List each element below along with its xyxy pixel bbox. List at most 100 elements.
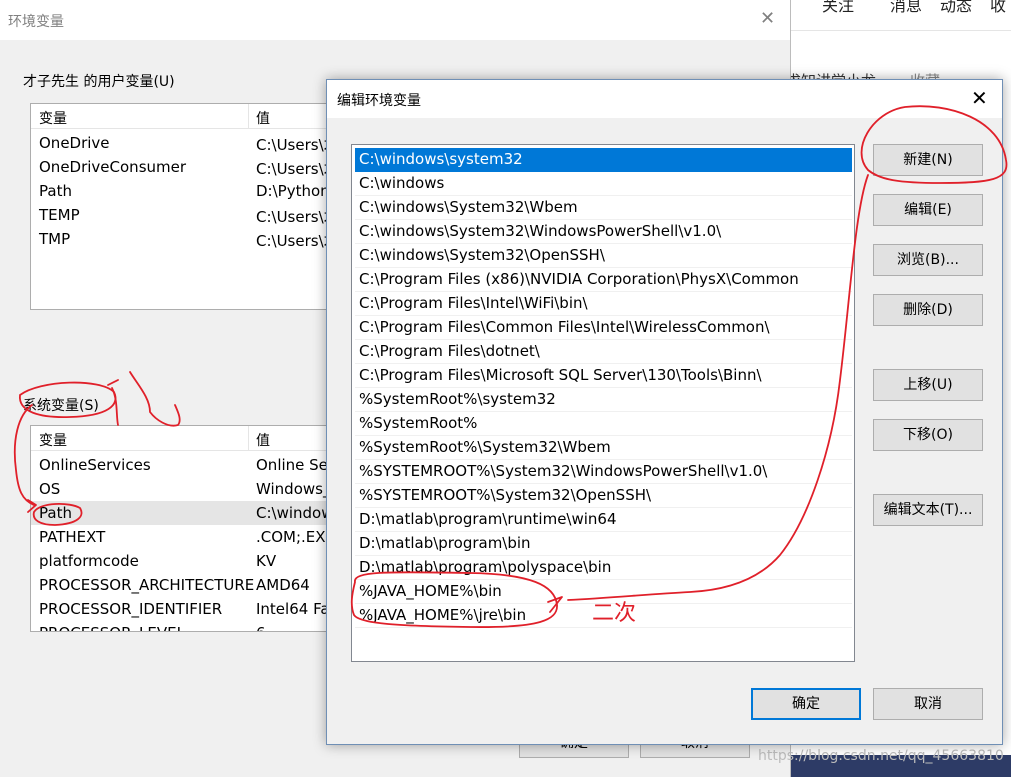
- path-entry-selected[interactable]: C:\windows\system32: [355, 148, 852, 172]
- var-value: 6: [256, 624, 266, 631]
- system-var-row-selected[interactable]: Path C:\window: [31, 501, 361, 525]
- var-name: platformcode: [39, 552, 139, 570]
- var-name: Path: [39, 504, 72, 522]
- var-name: PATHEXT: [39, 528, 106, 546]
- path-entry[interactable]: %SystemRoot%\System32\Wbem: [355, 436, 852, 460]
- path-entry[interactable]: C:\Program Files\Common Files\Intel\Wire…: [355, 316, 852, 340]
- path-entry[interactable]: D:\matlab\program\polyspace\bin: [355, 556, 852, 580]
- var-name: PROCESSOR_LEVEL: [39, 624, 185, 631]
- path-entry-text: C:\Program Files\Microsoft SQL Server\13…: [359, 366, 762, 384]
- system-var-row[interactable]: platformcode KV: [31, 549, 361, 573]
- path-entry[interactable]: C:\Program Files\dotnet\: [355, 340, 852, 364]
- system-var-row[interactable]: PROCESSOR_LEVEL 6: [31, 621, 361, 631]
- path-entry[interactable]: C:\Program Files\Microsoft SQL Server\13…: [355, 364, 852, 388]
- move-up-button[interactable]: 上移(U): [873, 369, 983, 401]
- path-entry[interactable]: C:\windows\System32\OpenSSH\: [355, 244, 852, 268]
- path-entry-text: %SYSTEMROOT%\System32\WindowsPowerShell\…: [359, 462, 768, 480]
- var-name: TEMP: [39, 206, 80, 224]
- var-name: OneDriveConsumer: [39, 158, 187, 176]
- path-entry-text: C:\Program Files\Intel\WiFi\bin\: [359, 294, 588, 312]
- user-var-row[interactable]: OneDriveConsumer C:\Users\才: [31, 155, 361, 179]
- system-var-row[interactable]: PATHEXT .COM;.EXE: [31, 525, 361, 549]
- edit-dialog-titlebar: 编辑环境变量 ✕: [327, 80, 1002, 118]
- var-value: .COM;.EXE: [256, 528, 336, 546]
- delete-button[interactable]: 删除(D): [873, 294, 983, 326]
- path-entry-text: %SystemRoot%\system32: [359, 390, 556, 408]
- path-entry[interactable]: %JAVA_HOME%\jre\bin: [355, 604, 852, 628]
- column-separator[interactable]: [248, 426, 249, 450]
- var-name: TMP: [39, 230, 71, 248]
- system-var-row[interactable]: OS Windows_: [31, 477, 361, 501]
- path-entry-text: %SystemRoot%: [359, 414, 478, 432]
- nav-messages-link[interactable]: 消息: [890, 0, 922, 16]
- path-entry-text: C:\windows\System32\Wbem: [359, 198, 578, 216]
- path-entry[interactable]: D:\matlab\program\runtime\win64: [355, 508, 852, 532]
- var-name: PROCESSOR_ARCHITECTURE: [39, 576, 255, 594]
- column-header-variable[interactable]: 变量: [39, 430, 67, 450]
- path-entry-text: %SystemRoot%\System32\Wbem: [359, 438, 611, 456]
- path-entry[interactable]: C:\Program Files (x86)\NVIDIA Corporatio…: [355, 268, 852, 292]
- var-name: OS: [39, 480, 61, 498]
- path-entry-text: D:\matlab\program\runtime\win64: [359, 510, 617, 528]
- path-entry[interactable]: D:\matlab\program\bin: [355, 532, 852, 556]
- var-value: D:\Python: [256, 182, 330, 200]
- var-value: Intel64 Fa: [256, 600, 330, 618]
- path-entry-text: C:\Program Files (x86)\NVIDIA Corporatio…: [359, 270, 799, 288]
- var-value: AMD64: [256, 576, 310, 594]
- user-variables-list[interactable]: 变量 值 OneDrive C:\Users\才 OneDriveConsume…: [30, 103, 362, 310]
- user-list-header: 变量 值: [31, 104, 361, 129]
- close-icon[interactable]: ✕: [760, 8, 775, 29]
- system-variables-label: 系统变量(S): [23, 398, 99, 414]
- path-entry[interactable]: C:\windows: [355, 172, 852, 196]
- var-name: Path: [39, 182, 72, 200]
- path-entry-text: %JAVA_HOME%\jre\bin: [359, 606, 527, 624]
- edit-text-button[interactable]: 编辑文本(T)...: [873, 494, 983, 526]
- column-header-value[interactable]: 值: [256, 108, 270, 128]
- var-name: OneDrive: [39, 134, 110, 152]
- system-var-row[interactable]: PROCESSOR_IDENTIFIER Intel64 Fa: [31, 597, 361, 621]
- system-list-header: 变量 值: [31, 426, 361, 451]
- cancel-button[interactable]: 取消: [873, 688, 983, 720]
- var-value: Windows_: [256, 480, 331, 498]
- path-entry[interactable]: %SystemRoot%: [355, 412, 852, 436]
- edit-dialog-title: 编辑环境变量: [337, 93, 421, 109]
- path-entry-text: %JAVA_HOME%\bin: [359, 582, 502, 600]
- column-separator[interactable]: [248, 104, 249, 128]
- user-var-row[interactable]: TEMP C:\Users\才: [31, 203, 361, 227]
- var-name: OnlineServices: [39, 456, 151, 474]
- path-entry[interactable]: %SYSTEMROOT%\System32\OpenSSH\: [355, 484, 852, 508]
- path-entry-text: C:\Program Files\dotnet\: [359, 342, 540, 360]
- path-entry[interactable]: C:\Program Files\Intel\WiFi\bin\: [355, 292, 852, 316]
- ok-button[interactable]: 确定: [751, 688, 861, 720]
- system-var-row[interactable]: OnlineServices Online Ser: [31, 453, 361, 477]
- user-variables-label: 才子先生 的用户变量(U): [23, 74, 175, 90]
- system-var-row[interactable]: PROCESSOR_ARCHITECTURE AMD64: [31, 573, 361, 597]
- env-dialog-titlebar: 环境变量 ✕: [0, 0, 790, 40]
- path-entry[interactable]: %SYSTEMROOT%\System32\WindowsPowerShell\…: [355, 460, 852, 484]
- user-var-row[interactable]: Path D:\Python: [31, 179, 361, 203]
- new-button[interactable]: 新建(N): [873, 144, 983, 176]
- user-var-row[interactable]: TMP C:\Users\才: [31, 227, 361, 251]
- path-entry-text: C:\windows: [359, 174, 445, 192]
- move-down-button[interactable]: 下移(O): [873, 419, 983, 451]
- user-var-row[interactable]: OneDrive C:\Users\才: [31, 131, 361, 155]
- path-entry-text: C:\Program Files\Common Files\Intel\Wire…: [359, 318, 770, 336]
- var-value: Online Ser: [256, 456, 335, 474]
- path-entry[interactable]: C:\windows\System32\WindowsPowerShell\v1…: [355, 220, 852, 244]
- system-variables-list[interactable]: 变量 值 OnlineServices Online Ser OS Window…: [30, 425, 362, 632]
- nav-follow-link[interactable]: 关注: [822, 0, 854, 16]
- edit-button[interactable]: 编辑(E): [873, 194, 983, 226]
- path-entry-text: D:\matlab\program\polyspace\bin: [359, 558, 612, 576]
- nav-activity-link[interactable]: 动态: [940, 0, 972, 16]
- nav-collect-link[interactable]: 收: [990, 0, 1006, 16]
- path-entry[interactable]: C:\windows\System32\Wbem: [355, 196, 852, 220]
- path-entry[interactable]: %SystemRoot%\system32: [355, 388, 852, 412]
- close-icon[interactable]: ✕: [971, 86, 988, 110]
- column-header-variable[interactable]: 变量: [39, 108, 67, 128]
- env-dialog-title: 环境变量: [8, 14, 64, 30]
- browse-button[interactable]: 浏览(B)...: [873, 244, 983, 276]
- path-entries-list[interactable]: C:\windows\system32 C:\windows C:\window…: [351, 144, 855, 662]
- nav-divider: [790, 30, 1011, 31]
- path-entry[interactable]: %JAVA_HOME%\bin: [355, 580, 852, 604]
- column-header-value[interactable]: 值: [256, 430, 270, 450]
